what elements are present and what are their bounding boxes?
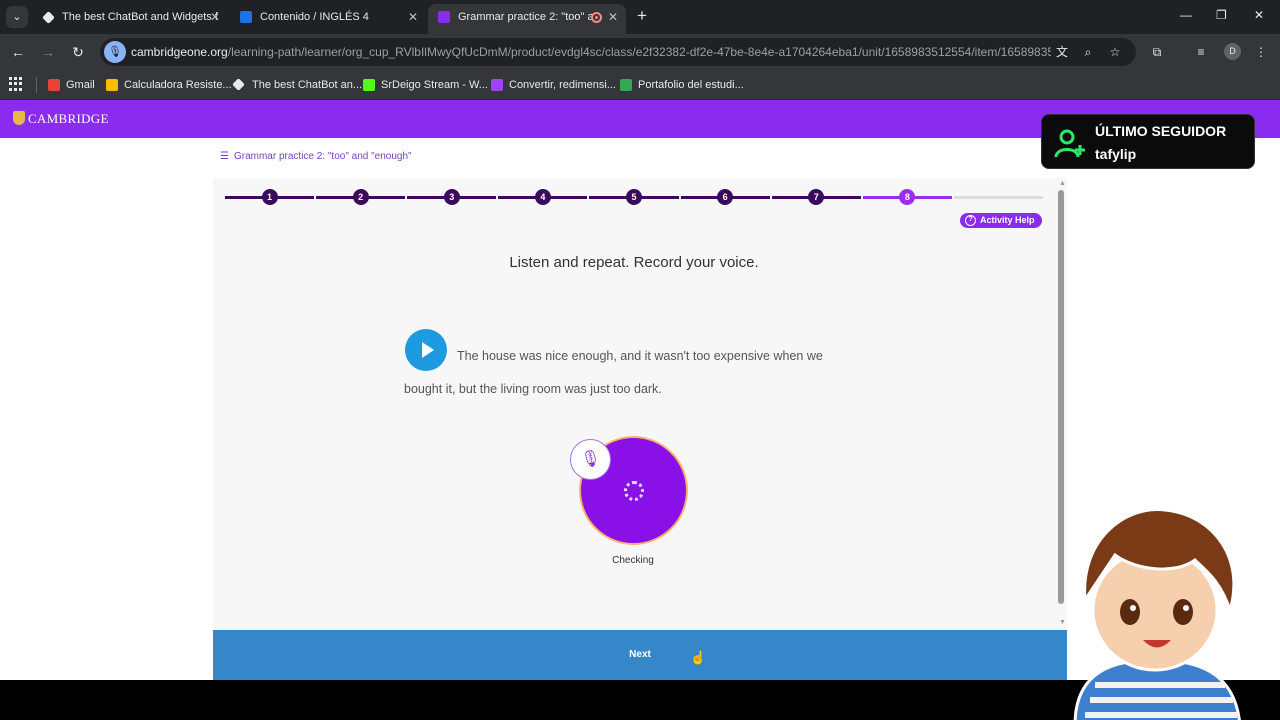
bookmark-label: Gmail xyxy=(66,79,95,91)
close-tab-icon[interactable]: ✕ xyxy=(210,4,220,30)
bookmark-chatbot[interactable]: The best ChatBot an... xyxy=(232,77,363,93)
progress-step-2[interactable]: 2 xyxy=(352,189,369,205)
bookmark-calculadora[interactable]: Calculadora Resiste... xyxy=(106,77,232,93)
drive-icon xyxy=(620,79,632,91)
list-icon: ☰ xyxy=(220,151,229,162)
menu-icon[interactable]: ⋮ xyxy=(1252,43,1270,61)
url-domain: cambridgeone.org xyxy=(131,45,228,59)
progress-step-5[interactable]: 5 xyxy=(626,189,642,205)
url-path: /learning-path/learner/org_cup_RVlbIlMwy… xyxy=(227,45,1051,59)
calculator-icon xyxy=(106,79,118,91)
browser-toolbar: ← → ↻ 🎙 cambridgeone.org/learning-path/l… xyxy=(0,34,1280,70)
forward-icon[interactable]: → xyxy=(38,42,58,62)
question-icon: ? xyxy=(965,215,976,226)
reload-icon[interactable]: ↻ xyxy=(68,42,88,62)
follower-title: ÚLTIMO SEGUIDOR xyxy=(1095,123,1227,139)
close-window-icon[interactable]: ✕ xyxy=(1254,8,1264,22)
cambridge-shield-icon xyxy=(13,111,25,125)
follower-name: tafylip xyxy=(1095,146,1137,162)
browser-tab[interactable]: Contenido / INGLÉS 4 ✕ xyxy=(230,4,426,34)
progress-step-7[interactable]: 7 xyxy=(808,189,825,205)
tab-search-icon[interactable]: ⌄ xyxy=(6,6,28,28)
browser-tab-active[interactable]: Grammar practice 2: "too" a ✕ xyxy=(428,4,626,34)
contenido-favicon-icon xyxy=(240,11,252,23)
progress-segment xyxy=(953,196,1043,199)
user-add-icon xyxy=(1054,129,1085,158)
brand-label: CAMBRIDGE xyxy=(28,111,109,126)
translate-icon[interactable]: 文 xyxy=(1054,44,1070,60)
minimize-icon[interactable]: — xyxy=(1180,8,1192,22)
chatbot-favicon-icon xyxy=(42,11,55,24)
bookmark-label: The best ChatBot an... xyxy=(252,79,363,91)
progress-step-1[interactable]: 1 xyxy=(261,189,278,205)
bookmark-label: Convertir, redimensi... xyxy=(509,79,616,91)
url-text[interactable]: cambridgeone.org/learning-path/learner/o… xyxy=(131,45,1051,59)
bookmark-label: Portafolio del estudi... xyxy=(638,79,744,91)
microphone-permission-icon[interactable]: 🎙 xyxy=(104,41,126,63)
restore-icon[interactable]: ❐ xyxy=(1216,8,1227,22)
kick-icon xyxy=(363,79,375,91)
new-tab-icon[interactable]: + xyxy=(632,6,652,26)
tab-title: Contenido / INGLÉS 4 xyxy=(260,11,369,23)
loading-spinner-icon xyxy=(624,481,644,501)
microphone-icon: 🎙 xyxy=(570,439,611,480)
browser-tab-strip: ⌄ The best ChatBot and Widgets f ✕ Conte… xyxy=(0,0,1280,34)
bookmark-kick[interactable]: SrDeigo Stream - W... xyxy=(363,77,488,93)
close-tab-icon[interactable]: ✕ xyxy=(608,4,618,30)
back-icon[interactable]: ← xyxy=(8,42,28,62)
media-controls-icon[interactable]: ≡ xyxy=(1192,43,1210,61)
bookmark-star-icon[interactable]: ☆ xyxy=(1107,44,1123,60)
activity-card: 1 2 3 4 5 6 7 8 ? Activity Help Listen and repe… xyxy=(213,178,1067,630)
cambridge-favicon-icon xyxy=(438,11,450,23)
bookmark-portafolio[interactable]: Portafolio del estudi... xyxy=(620,77,744,93)
chatbot-icon xyxy=(232,78,245,91)
hand-cursor-icon: ☝ xyxy=(690,650,707,665)
address-bar[interactable]: 🎙 cambridgeone.org/learning-path/learner… xyxy=(100,38,1136,66)
scroll-up-icon[interactable]: ▲ xyxy=(1059,180,1066,187)
next-button[interactable]: Next xyxy=(213,630,1067,680)
bookmark-gmail[interactable]: Gmail xyxy=(48,77,95,93)
apps-grid-icon[interactable] xyxy=(9,77,23,91)
progress-step-3[interactable]: 3 xyxy=(443,189,460,205)
cambridge-logo[interactable]: CAMBRIDGE xyxy=(13,111,109,127)
breadcrumb-label: Grammar practice 2: "too" and "enough" xyxy=(233,151,412,162)
progress-step-8[interactable]: 8 xyxy=(899,189,916,205)
streamer-avatar-illustration xyxy=(1073,508,1241,720)
bookmarks-bar: Gmail Calculadora Resiste... The best Ch… xyxy=(0,70,1280,100)
progress-step-6[interactable]: 6 xyxy=(717,189,734,205)
help-label: Activity Help xyxy=(980,215,1035,225)
bookmark-label: Calculadora Resiste... xyxy=(124,79,232,91)
recording-indicator-icon xyxy=(591,12,602,23)
activity-help-button[interactable]: ? Activity Help xyxy=(960,213,1042,228)
bookmark-label: SrDeigo Stream - W... xyxy=(381,79,488,91)
instruction-text: Listen and repeat. Record your voice. xyxy=(509,254,759,271)
progress-step-4[interactable]: 4 xyxy=(534,189,551,205)
tab-title: Grammar practice 2: "too" a xyxy=(458,11,594,23)
tab-title: The best ChatBot and Widgets f xyxy=(62,11,218,23)
bookmark-convertir[interactable]: Convertir, redimensi... xyxy=(491,77,616,93)
extensions-icon[interactable]: ⧉ xyxy=(1148,43,1166,61)
profile-avatar[interactable]: D xyxy=(1224,43,1241,60)
bookmarks-divider xyxy=(36,77,37,93)
close-tab-icon[interactable]: ✕ xyxy=(408,4,418,30)
flask-icon xyxy=(491,79,503,91)
status-text: Checking xyxy=(612,555,654,566)
zoom-icon[interactable]: ⌕ xyxy=(1080,44,1096,60)
gmail-icon xyxy=(48,79,60,91)
prompt-sentence: The house was nice enough, and it wasn't… xyxy=(404,349,823,396)
browser-tab[interactable]: The best ChatBot and Widgets f ✕ xyxy=(32,4,228,34)
breadcrumb[interactable]: ☰ Grammar practice 2: "too" and "enough" xyxy=(220,151,412,162)
follower-alert: ÚLTIMO SEGUIDOR tafylip xyxy=(1041,114,1255,169)
